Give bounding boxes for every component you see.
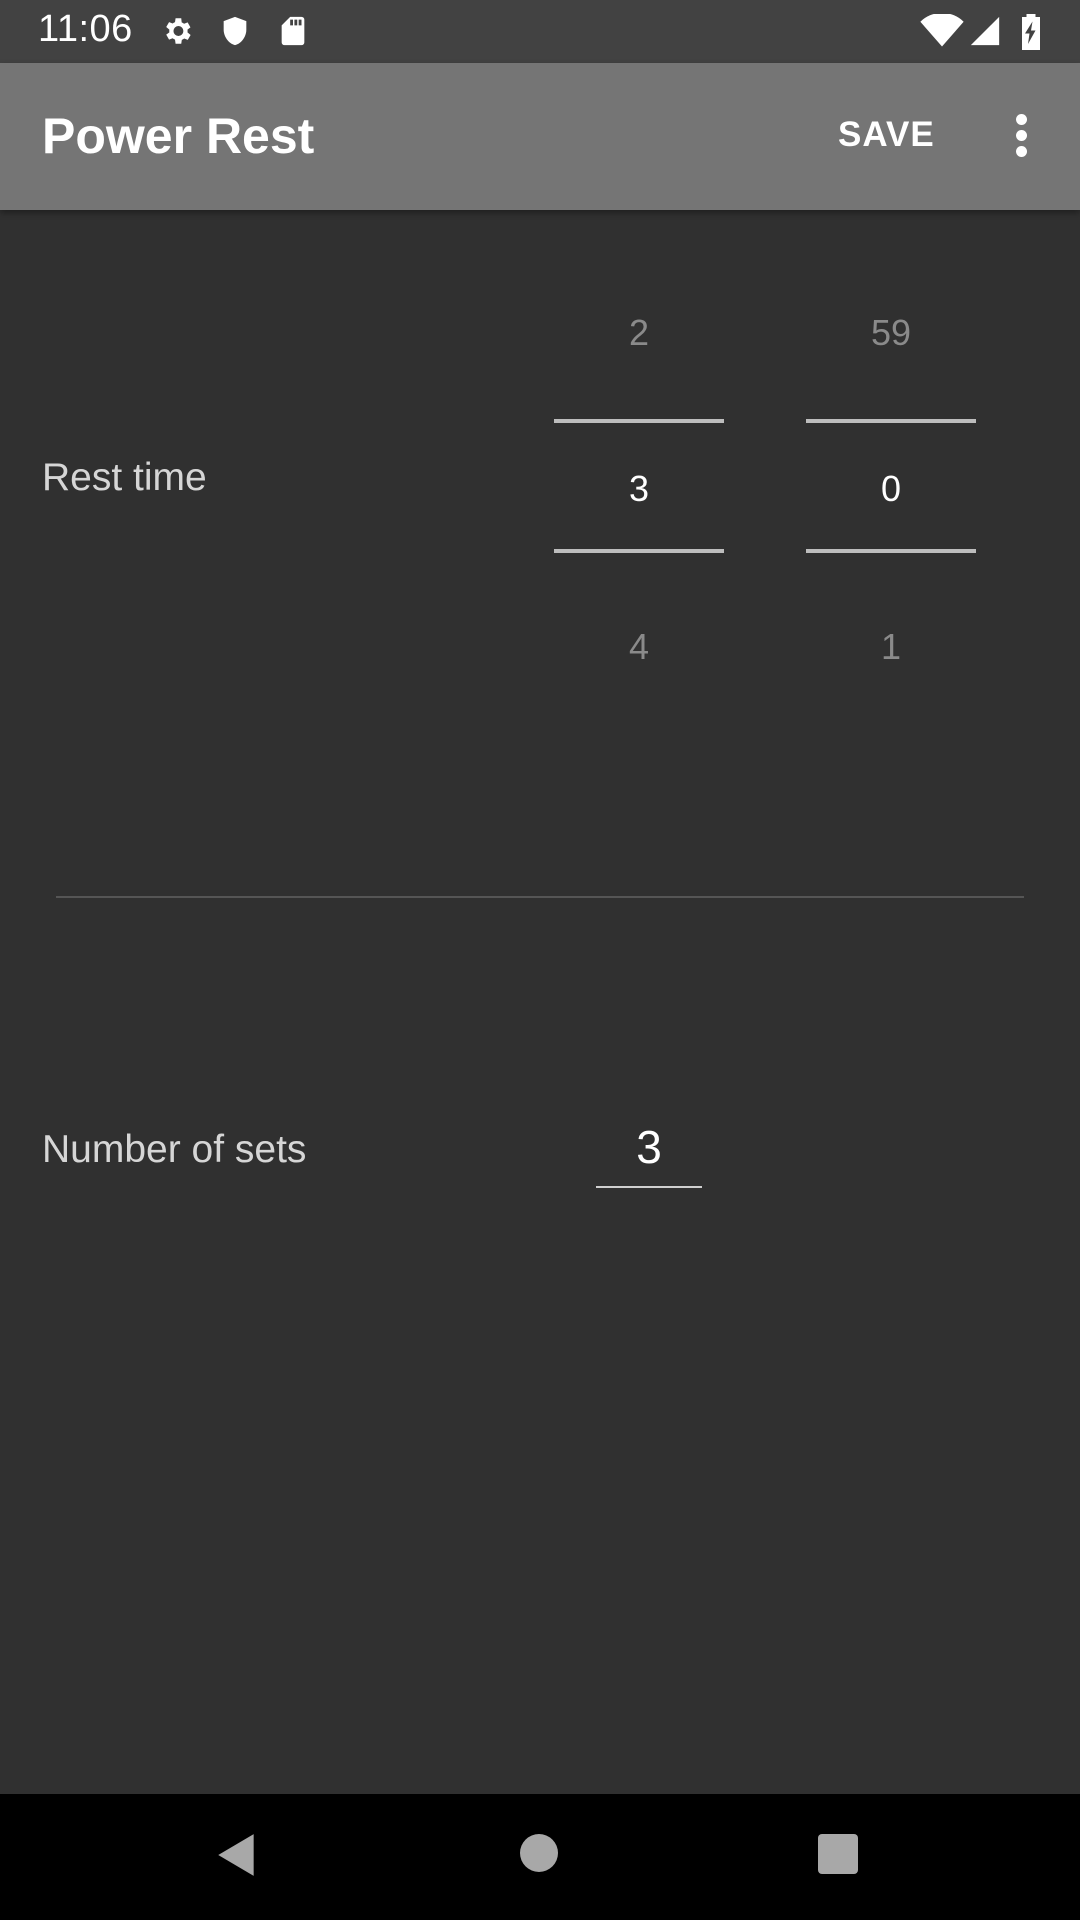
gear-icon bbox=[166, 18, 191, 44]
seconds-current-value[interactable]: 0 bbox=[806, 468, 976, 510]
sets-label: Number of sets bbox=[42, 1128, 307, 1171]
sets-input[interactable]: 3 bbox=[596, 1120, 702, 1188]
save-button[interactable]: SAVE bbox=[838, 115, 935, 155]
picker-divider bbox=[806, 549, 976, 553]
picker-divider bbox=[554, 419, 724, 423]
seconds-picker[interactable]: 59 0 1 bbox=[806, 290, 976, 690]
signal-icon bbox=[970, 16, 1000, 46]
seconds-prev-value[interactable]: 59 bbox=[806, 312, 976, 354]
seconds-next-value[interactable]: 1 bbox=[806, 626, 976, 668]
minutes-picker[interactable]: 2 3 4 bbox=[554, 290, 724, 690]
status-bar: 11:06 bbox=[0, 0, 1080, 63]
back-icon[interactable] bbox=[212, 1830, 262, 1880]
more-vert-icon[interactable] bbox=[1000, 108, 1044, 164]
app-bar: Power Rest SAVE bbox=[0, 63, 1080, 210]
section-divider bbox=[56, 896, 1024, 898]
navigation-bar bbox=[0, 1794, 1080, 1920]
page-title: Power Rest bbox=[42, 108, 315, 164]
home-icon[interactable] bbox=[520, 1834, 558, 1872]
minutes-current-value[interactable]: 3 bbox=[554, 468, 724, 510]
minutes-prev-value[interactable]: 2 bbox=[554, 312, 724, 354]
battery-charging-icon bbox=[1022, 14, 1040, 50]
picker-divider bbox=[806, 419, 976, 423]
status-time: 11:06 bbox=[38, 8, 133, 50]
sd-card-icon bbox=[281, 16, 305, 46]
picker-divider bbox=[554, 549, 724, 553]
rest-time-label: Rest time bbox=[42, 456, 207, 499]
shield-icon bbox=[223, 16, 247, 46]
minutes-next-value[interactable]: 4 bbox=[554, 626, 724, 668]
wifi-icon bbox=[920, 14, 964, 47]
recents-icon[interactable] bbox=[818, 1834, 858, 1874]
